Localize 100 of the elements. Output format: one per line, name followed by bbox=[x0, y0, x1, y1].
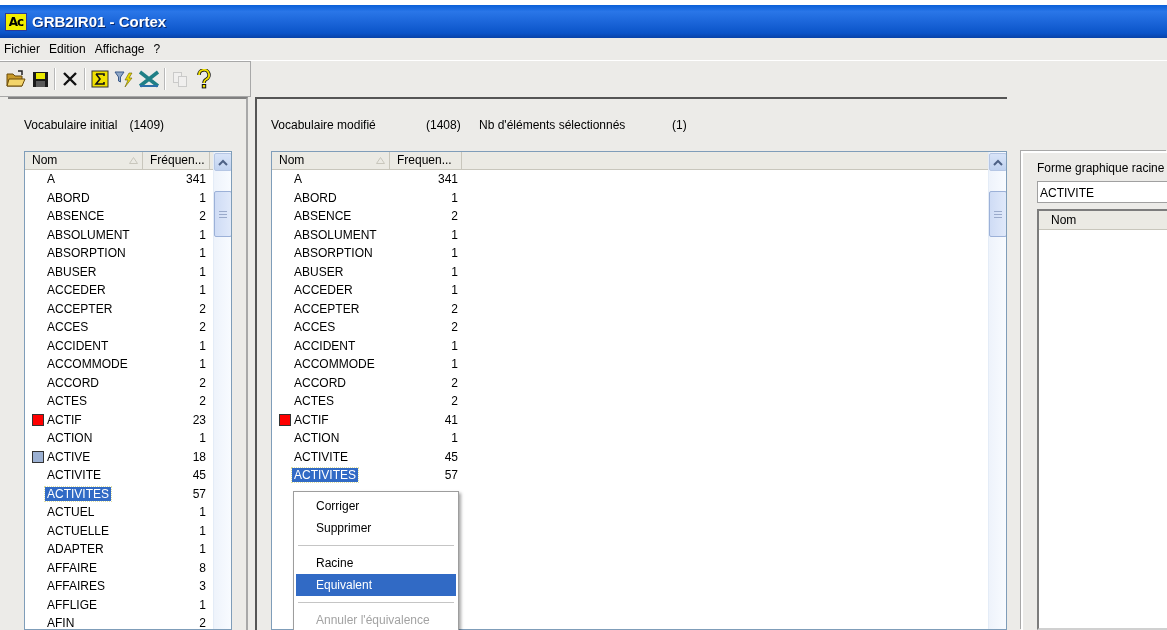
help-icon[interactable] bbox=[197, 69, 211, 89]
frequency-cell-text: 1 bbox=[198, 246, 206, 261]
word-cell[interactable]: ACTIVITES bbox=[292, 468, 358, 483]
word-cell[interactable]: ACCIDENT bbox=[45, 338, 111, 353]
word-cell[interactable]: A bbox=[45, 172, 57, 187]
filter-lightning-icon[interactable] bbox=[114, 70, 134, 88]
frequency-cell-text: 2 bbox=[198, 394, 206, 409]
root-form-field[interactable]: ACTIVITE bbox=[1037, 181, 1167, 203]
word-cell[interactable]: ACTIVE bbox=[45, 449, 93, 464]
frequency-cell-text: 1 bbox=[450, 246, 458, 261]
word-cell[interactable]: ACTUELLE bbox=[45, 523, 112, 538]
column-header[interactable]: Nom bbox=[25, 152, 143, 169]
word-cell[interactable]: ACCOMMODE bbox=[45, 357, 130, 372]
word-cell[interactable]: ACTES bbox=[45, 394, 89, 409]
word-cell[interactable]: ACCORD bbox=[292, 375, 348, 390]
scroll-thumb[interactable] bbox=[213, 191, 231, 237]
folder-icon[interactable] bbox=[6, 70, 26, 88]
frequency-cell-text: 1 bbox=[198, 357, 206, 372]
word-cell[interactable]: A bbox=[292, 172, 304, 187]
word-cell[interactable]: ABSOLUMENT bbox=[292, 227, 379, 242]
panel-label: Vocabulaire initial bbox=[24, 118, 118, 132]
frequency-cell-text: 2 bbox=[450, 394, 458, 409]
frequency-cell-text: 2 bbox=[198, 375, 206, 390]
column-header[interactable]: Nom bbox=[1039, 211, 1167, 230]
word-cell[interactable]: ACCEPTER bbox=[45, 301, 115, 316]
frequency-cell-text: 45 bbox=[443, 449, 458, 464]
menu-item[interactable]: Supprimer bbox=[296, 517, 456, 539]
word-cell[interactable]: AFIN bbox=[45, 616, 77, 629]
word-cell[interactable]: ACCORD bbox=[45, 375, 101, 390]
menu-item[interactable]: ? bbox=[153, 42, 161, 56]
word-cell[interactable]: ABORD bbox=[45, 190, 92, 205]
panel-label: Vocabulaire modifié bbox=[271, 118, 377, 132]
word-cell[interactable]: ACCEDER bbox=[292, 283, 355, 298]
word-cell[interactable]: ABUSER bbox=[292, 264, 346, 279]
column-header[interactable]: Frequen... bbox=[390, 152, 462, 169]
frequency-cell-text: 1 bbox=[198, 190, 206, 205]
sigma-icon[interactable] bbox=[91, 70, 109, 88]
word-cell[interactable]: ACTIF bbox=[292, 412, 331, 427]
frequency-cell-text: 2 bbox=[450, 301, 458, 316]
menu-item[interactable]: Fichier bbox=[4, 42, 40, 56]
word-cell[interactable]: ACTIVITES bbox=[45, 486, 111, 501]
word-cell[interactable]: ACCES bbox=[292, 320, 338, 335]
selection-count: (1) bbox=[672, 118, 687, 132]
frequency-cell-text: 2 bbox=[450, 209, 458, 224]
delete-icon[interactable] bbox=[62, 71, 78, 87]
word-cell[interactable]: ADAPTER bbox=[45, 542, 106, 557]
word-cell[interactable]: ACCES bbox=[45, 320, 91, 335]
scroll-up-button[interactable] bbox=[988, 153, 1006, 171]
word-cell[interactable]: ACCIDENT bbox=[292, 338, 358, 353]
word-cell[interactable]: ACTIF bbox=[45, 412, 84, 427]
frequency-cell-text: 1 bbox=[198, 523, 206, 538]
word-cell[interactable]: ABSORPTION bbox=[45, 246, 128, 261]
word-cell[interactable]: AFFAIRES bbox=[45, 579, 107, 594]
column-header[interactable]: Fréquen... bbox=[143, 152, 210, 169]
scroll-up-button[interactable] bbox=[213, 153, 231, 171]
scrollbar[interactable] bbox=[988, 152, 1006, 629]
word-cell[interactable]: ACTION bbox=[292, 431, 342, 446]
menu-item[interactable]: Equivalent bbox=[296, 574, 456, 596]
frequency-cell-text: 57 bbox=[191, 486, 206, 501]
frequency-cell-text: 1 bbox=[450, 431, 458, 446]
word-cell[interactable]: ACCEDER bbox=[45, 283, 108, 298]
scroll-thumb[interactable] bbox=[988, 191, 1006, 237]
menu-item[interactable]: Corriger bbox=[296, 495, 456, 517]
frequency-cell-text: 1 bbox=[198, 264, 206, 279]
frequency-cell-text: 1 bbox=[198, 338, 206, 353]
word-cell[interactable]: ACCOMMODE bbox=[292, 357, 377, 372]
word-cell[interactable]: AFFAIRE bbox=[45, 560, 99, 575]
frequency-cell-text: 1 bbox=[198, 542, 206, 557]
menu-item[interactable]: Edition bbox=[49, 42, 86, 56]
frequency-cell-text: 1 bbox=[450, 283, 458, 298]
word-cell[interactable]: ACTES bbox=[292, 394, 336, 409]
sort-arrow-icon bbox=[376, 157, 385, 164]
word-cell[interactable]: ACTIVITE bbox=[292, 449, 350, 464]
frequency-cell-text: 1 bbox=[198, 227, 206, 242]
frequency-cell-text: 3 bbox=[198, 579, 206, 594]
word-cell[interactable]: ACTION bbox=[45, 431, 95, 446]
menu-item[interactable]: Affichage bbox=[94, 42, 145, 56]
word-cell[interactable]: ACCEPTER bbox=[292, 301, 362, 316]
frequency-cell-text: 1 bbox=[450, 338, 458, 353]
frequency-cell-text: 1 bbox=[450, 227, 458, 242]
word-cell[interactable]: ABSENCE bbox=[45, 209, 107, 224]
frequency-cell-text: 341 bbox=[436, 172, 458, 187]
scrollbar[interactable] bbox=[213, 152, 231, 629]
app-logo: Ac bbox=[5, 12, 27, 31]
crossed-x-icon[interactable] bbox=[138, 70, 160, 88]
menu-item[interactable]: Racine bbox=[296, 552, 456, 574]
word-cell[interactable]: ACTIVITE bbox=[45, 468, 103, 483]
frequency-cell-text: 8 bbox=[198, 560, 206, 575]
frequency-cell-text: 2 bbox=[450, 375, 458, 390]
word-cell[interactable]: ABORD bbox=[292, 190, 339, 205]
word-cell[interactable]: ABSORPTION bbox=[292, 246, 375, 261]
frequency-cell-text: 2 bbox=[198, 209, 206, 224]
column-header[interactable]: Nom bbox=[272, 152, 390, 169]
word-cell[interactable]: AFFLIGE bbox=[45, 597, 99, 612]
window-title: GRB2IR01 - Cortex bbox=[32, 13, 167, 30]
frequency-cell-text: 1 bbox=[198, 283, 206, 298]
word-cell[interactable]: ACTUEL bbox=[45, 505, 97, 520]
word-cell[interactable]: ABSENCE bbox=[292, 209, 354, 224]
word-cell[interactable]: ABUSER bbox=[45, 264, 99, 279]
word-cell[interactable]: ABSOLUMENT bbox=[45, 227, 132, 242]
